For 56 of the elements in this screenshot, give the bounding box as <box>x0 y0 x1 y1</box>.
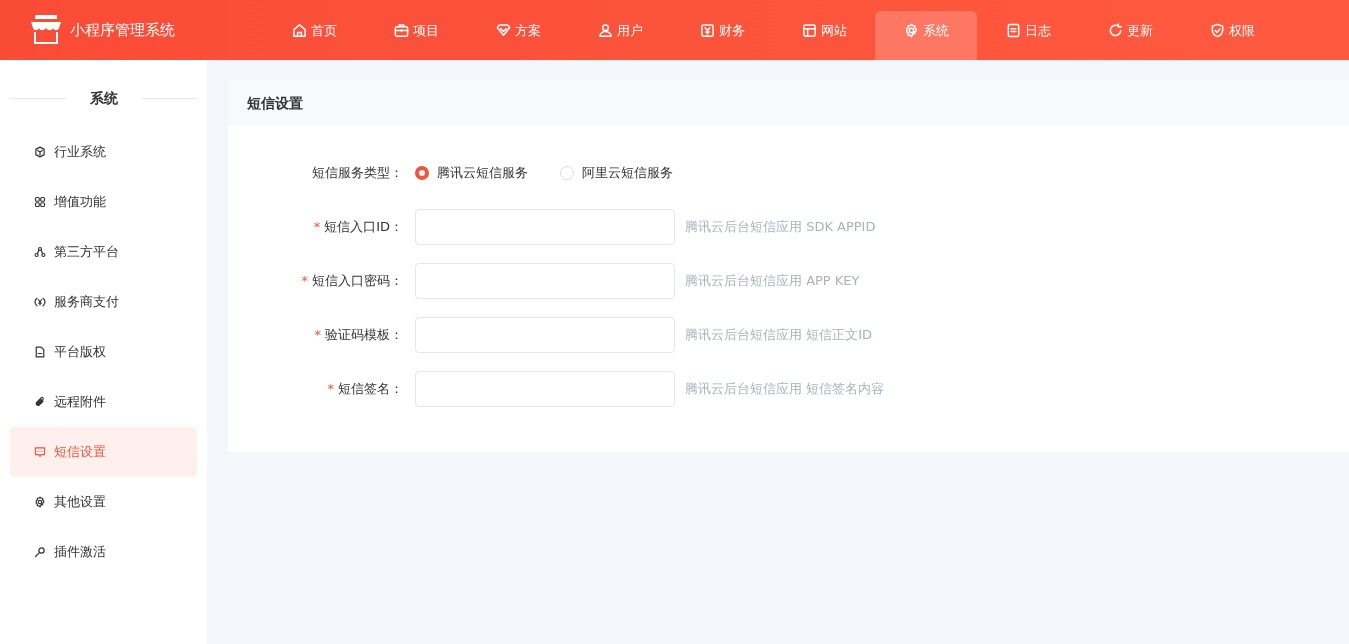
gear-icon <box>903 23 919 38</box>
field-label: * 短信入口密码： <box>301 273 403 289</box>
sidebar-title: 系统 <box>88 89 119 108</box>
sidebar-item[interactable]: 其他设置 <box>10 477 197 527</box>
yen-coin-icon <box>34 296 46 308</box>
sidebar-item[interactable]: 增值功能 <box>10 177 197 227</box>
user-icon <box>597 23 613 38</box>
input-field[interactable] <box>415 371 675 407</box>
nav-tab[interactable]: 网站 <box>773 11 875 60</box>
nav-tab[interactable]: 更新 <box>1079 11 1181 60</box>
nav-tab[interactable]: 系统 <box>875 11 977 60</box>
field-hint: 腾讯云后台短信应用 短信签名内容 <box>685 380 885 399</box>
nav-tab[interactable]: 方案 <box>467 11 569 60</box>
field-hint: 腾讯云后台短信应用 短信正文ID <box>685 326 872 345</box>
yen-icon <box>699 23 715 38</box>
card-title: 短信设置 <box>247 93 303 113</box>
field-hint: 腾讯云后台短信应用 SDK APPID <box>685 218 876 237</box>
briefcase-icon <box>393 23 409 38</box>
field-label: * 短信入口ID： <box>313 219 403 235</box>
field-label: * 短信签名： <box>327 381 403 397</box>
nav-tab[interactable]: 日志 <box>977 11 1079 60</box>
field-hint: 腾讯云后台短信应用 APP KEY <box>685 272 860 291</box>
sidebar-item[interactable]: 插件激活 <box>10 527 197 577</box>
nav-tab[interactable]: 首页 <box>263 11 365 60</box>
nav-tab[interactable]: 财务 <box>671 11 773 60</box>
sidebar-item[interactable]: 平台版权 <box>10 327 197 377</box>
network-icon <box>34 246 46 258</box>
home-icon <box>291 23 307 38</box>
sidebar-item[interactable]: 短信设置 <box>10 427 197 477</box>
nav-tab[interactable]: 权限 <box>1181 11 1283 60</box>
grid-icon <box>34 196 46 208</box>
sidebar-item[interactable]: 远程附件 <box>10 377 197 427</box>
gear-icon <box>34 496 46 508</box>
sidebar-item[interactable]: 服务商支付 <box>10 277 197 327</box>
nav-tab[interactable]: 用户 <box>569 11 671 60</box>
message-icon <box>34 446 46 458</box>
sidebar-item[interactable]: 第三方平台 <box>10 227 197 277</box>
file-icon <box>34 346 46 358</box>
input-field[interactable] <box>415 263 675 299</box>
field-label: 短信服务类型： <box>312 165 403 181</box>
shop-icon <box>30 15 62 45</box>
input-field[interactable] <box>415 317 675 353</box>
radio-option[interactable]: 腾讯云短信服务 <box>415 163 528 183</box>
app-title: 小程序管理系统 <box>70 19 175 41</box>
shield-icon <box>1209 23 1225 38</box>
field-label: * 验证码模板： <box>314 327 403 343</box>
input-field[interactable] <box>415 209 675 245</box>
key-icon <box>34 546 46 558</box>
refresh-icon <box>1107 23 1123 38</box>
diamond-icon <box>495 23 511 38</box>
radio-option[interactable]: 阿里云短信服务 <box>560 163 673 183</box>
nav-tab[interactable]: 项目 <box>365 11 467 60</box>
layout-icon <box>801 23 817 38</box>
cube-icon <box>34 146 46 158</box>
sidebar-item[interactable]: 行业系统 <box>10 127 197 177</box>
document-icon <box>1005 23 1021 38</box>
